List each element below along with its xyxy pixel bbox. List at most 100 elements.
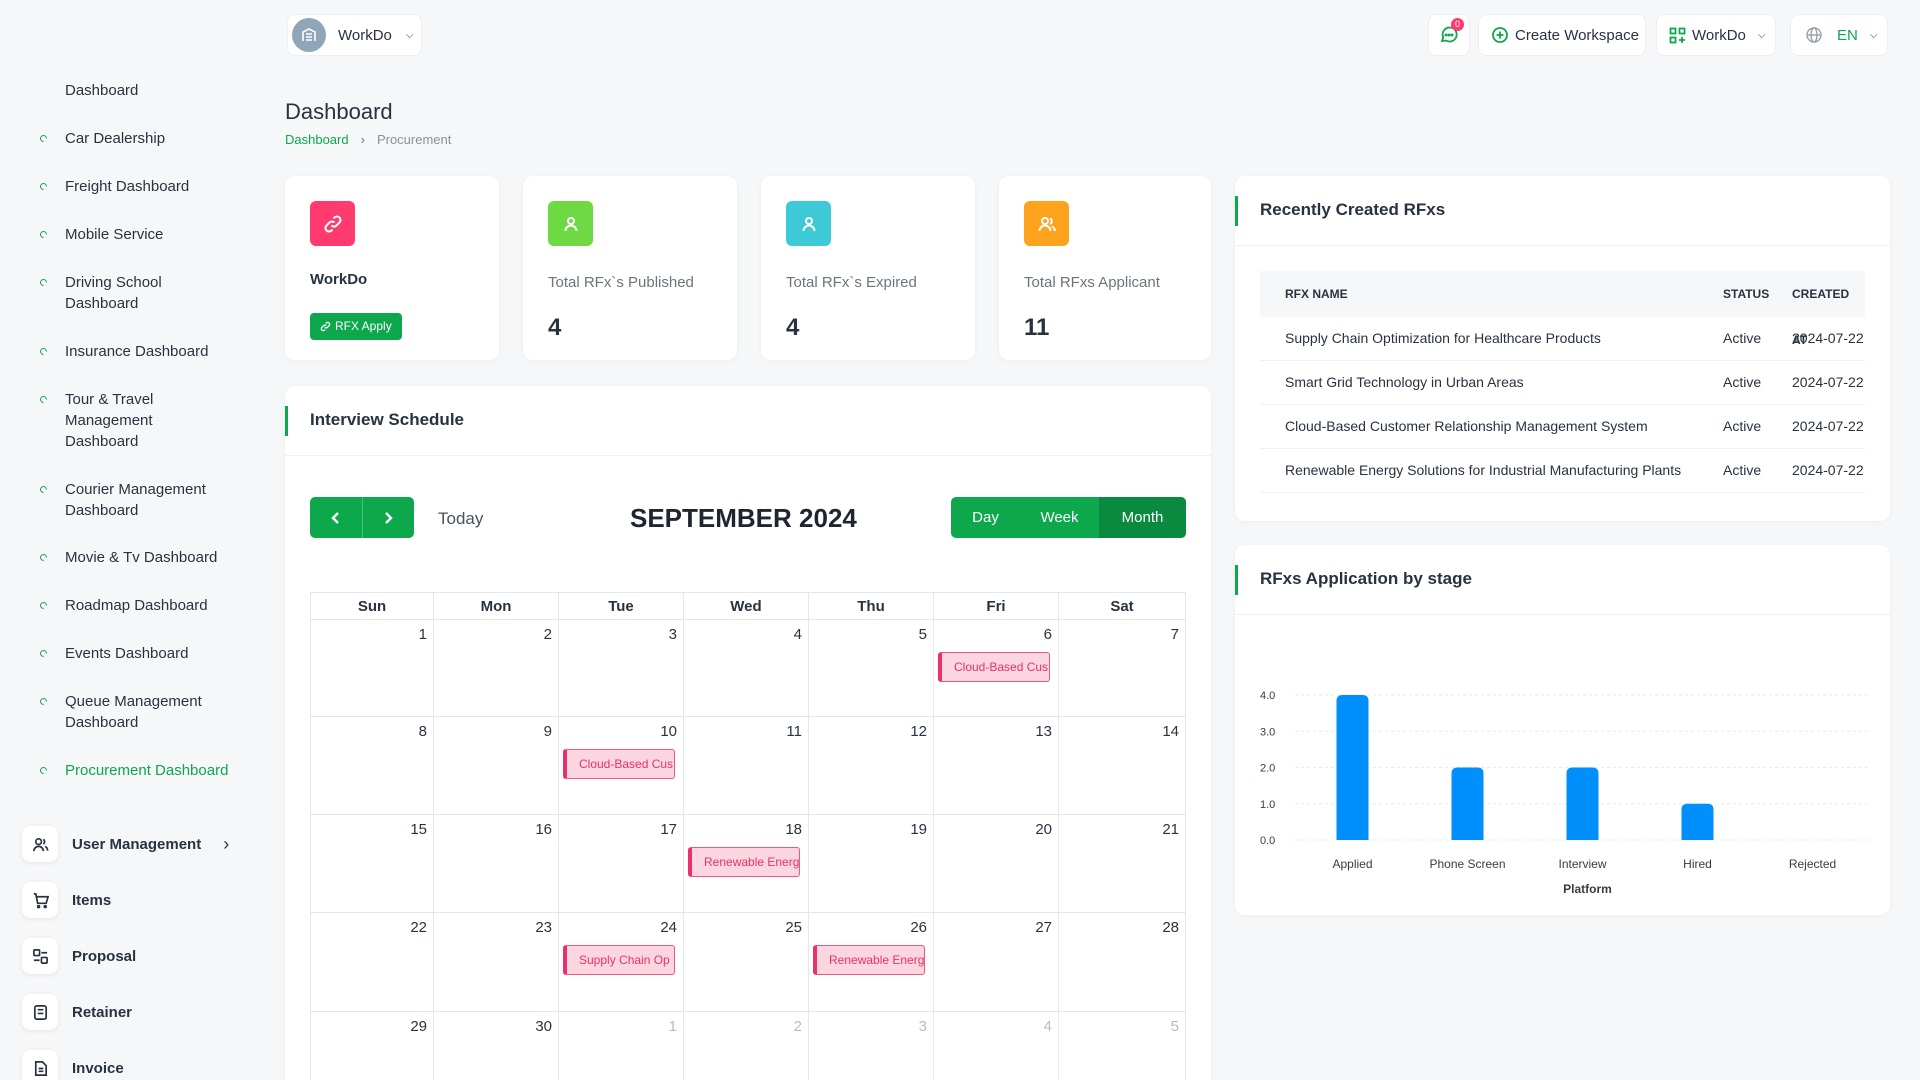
calendar-day-cell[interactable]: 24 Supply Chain Op (559, 913, 684, 1012)
calendar-day-cell[interactable]: 26 Renewable Energ (809, 913, 934, 1012)
sidebar-item-freight-dashboard[interactable]: Freight Dashboard (65, 176, 235, 197)
sidebar-item-tour-travel-management-dashboard[interactable]: Tour & Travel Management Dashboard (65, 389, 175, 452)
calendar-today-button[interactable]: Today (438, 509, 483, 529)
calendar-day-cell[interactable]: 6 Cloud-Based Cus (934, 620, 1059, 717)
sidebar-item-courier-management-dashboard[interactable]: Courier Management Dashboard (65, 479, 235, 521)
sidebar-item-dashboard[interactable]: Dashboard (65, 80, 235, 101)
chart-bar[interactable] (1681, 803, 1714, 840)
apps-icon (1669, 27, 1686, 43)
calendar-day-cell[interactable]: 14 (1059, 717, 1186, 815)
sidebar-item-items[interactable]: Items (22, 882, 111, 918)
sidebar-item-procurement-dashboard[interactable]: Procurement Dashboard (65, 760, 235, 781)
calendar-day-cell[interactable]: 5 (809, 620, 934, 717)
calendar-day-cell[interactable]: 5 (1059, 1012, 1186, 1080)
day-number: 29 (410, 1018, 427, 1035)
sidebar-item-retainer[interactable]: Retainer (22, 994, 132, 1030)
calendar-prev-button[interactable] (310, 497, 363, 538)
calendar-day-cell[interactable]: 16 (434, 815, 559, 913)
view-month-button[interactable]: Month (1099, 497, 1186, 538)
calendar-day-cell[interactable]: 15 (310, 815, 434, 913)
x-tick-label: Rejected (1789, 857, 1836, 871)
calendar-day-cell[interactable]: 21 (1059, 815, 1186, 913)
calendar-event[interactable]: Renewable Energ (813, 945, 925, 975)
sidebar-item-driving-school-dashboard[interactable]: Driving School Dashboard (65, 272, 235, 314)
view-week-button[interactable]: Week (1020, 497, 1099, 538)
sidebar-bullet-icon (38, 696, 49, 707)
sidebar-item-label: User Management (72, 835, 202, 853)
calendar-day-cell[interactable]: 8 (310, 717, 434, 815)
day-number: 2 (543, 626, 552, 643)
calendar-nav (310, 497, 414, 538)
calendar-day-cell[interactable]: 2 (684, 1012, 809, 1080)
table-row[interactable]: Smart Grid Technology in Urban Areas Acti… (1260, 361, 1865, 405)
calendar-day-cell[interactable]: 30 (434, 1012, 559, 1080)
calendar-day-cell[interactable]: 18 Renewable Energ (684, 815, 809, 913)
breadcrumb-link-dashboard[interactable]: Dashboard (285, 132, 349, 147)
calendar-event[interactable]: Cloud-Based Cus (938, 652, 1050, 682)
retainer-icon (22, 994, 58, 1030)
calendar-day-cell[interactable]: 10 Cloud-Based Cus (559, 717, 684, 815)
rfx-table: RFX NAME STATUS CREATED AT Supply Chain … (1260, 271, 1865, 501)
calendar-day-cell[interactable]: 12 (809, 717, 934, 815)
calendar-event[interactable]: Renewable Energ (688, 847, 800, 877)
chart-bar[interactable] (1566, 767, 1599, 841)
calendar-day-cell[interactable]: 1 (310, 620, 434, 717)
calendar-day-cell[interactable]: 28 (1059, 913, 1186, 1012)
day-number: 7 (1170, 626, 1179, 643)
calendar-day-cell[interactable]: 3 (809, 1012, 934, 1080)
sidebar-item-mobile-service[interactable]: Mobile Service (65, 224, 235, 245)
sidebar-item-queue-management-dashboard[interactable]: Queue Management Dashboard (65, 691, 235, 733)
calendar-day-cell[interactable]: 29 (310, 1012, 434, 1080)
table-row[interactable]: Supply Chain Optimization for Healthcare… (1260, 317, 1865, 361)
calendar-day-cell[interactable]: 9 (434, 717, 559, 815)
column-header-status: STATUS (1723, 287, 1770, 301)
calendar-day-cell[interactable]: 2 (434, 620, 559, 717)
view-day-button[interactable]: Day (951, 497, 1020, 538)
sidebar-item-movie-tv-dashboard[interactable]: Movie & Tv Dashboard (65, 547, 235, 568)
sidebar: Dashboard Car Dealership Freight Dashboard… (0, 0, 270, 1080)
calendar-day-cell[interactable]: 4 (934, 1012, 1059, 1080)
chart-bar[interactable] (1336, 695, 1369, 840)
x-axis-label: Platform (1563, 882, 1612, 896)
stat-value: 4 (548, 314, 562, 341)
rfx-apply-button[interactable]: RFX Apply (310, 313, 402, 340)
sidebar-item-user-management[interactable]: User Management › (22, 826, 229, 862)
y-tick-label: 0.0 (1260, 835, 1275, 847)
rfx-created-cell: 2024-07-22 (1792, 418, 1864, 434)
calendar-day-cell[interactable]: 4 (684, 620, 809, 717)
chart-bar[interactable] (1451, 767, 1484, 841)
sidebar-bullet-icon (38, 229, 49, 240)
day-number: 23 (535, 919, 552, 936)
language-selector[interactable]: EN ⌵ (1790, 14, 1888, 56)
calendar-day-cell[interactable]: 20 (934, 815, 1059, 913)
calendar-day-cell[interactable]: 3 (559, 620, 684, 717)
user-menu[interactable]: WorkDo ⌵ (1656, 14, 1776, 56)
calendar-event[interactable]: Supply Chain Op (563, 945, 675, 975)
create-workspace-button[interactable]: Create Workspace (1478, 14, 1646, 56)
calendar-day-cell[interactable]: 17 (559, 815, 684, 913)
calendar-next-button[interactable] (363, 497, 415, 538)
day-number: 26 (910, 919, 927, 936)
calendar-day-cell[interactable]: 13 (934, 717, 1059, 815)
sidebar-item-proposal[interactable]: Proposal (22, 938, 136, 974)
sidebar-item-events-dashboard[interactable]: Events Dashboard (65, 643, 235, 664)
sidebar-item-insurance-dashboard[interactable]: Insurance Dashboard (65, 341, 235, 362)
calendar-day-cell[interactable]: 19 (809, 815, 934, 913)
table-row[interactable]: Cloud-Based Customer Relationship Manage… (1260, 405, 1865, 449)
table-row[interactable]: Renewable Energy Solutions for Industria… (1260, 449, 1865, 493)
calendar-view-switch: Day Week Month (951, 497, 1186, 538)
sidebar-item-car-dealership[interactable]: Car Dealership (65, 128, 235, 149)
chevron-left-icon (331, 511, 339, 524)
calendar-day-cell[interactable]: 25 (684, 913, 809, 1012)
calendar-day-cell[interactable]: 27 (934, 913, 1059, 1012)
calendar-day-cell[interactable]: 11 (684, 717, 809, 815)
sidebar-item-roadmap-dashboard[interactable]: Roadmap Dashboard (65, 595, 235, 616)
notifications-button[interactable]: 0 (1428, 14, 1470, 56)
calendar-day-cell[interactable]: 23 (434, 913, 559, 1012)
calendar-day-cell[interactable]: 22 (310, 913, 434, 1012)
calendar-day-cell[interactable]: 7 (1059, 620, 1186, 717)
workspace-switcher[interactable]: WorkDo ⌵ (287, 14, 422, 56)
calendar-day-cell[interactable]: 1 (559, 1012, 684, 1080)
sidebar-item-invoice[interactable]: Invoice (22, 1050, 124, 1080)
calendar-event[interactable]: Cloud-Based Cus (563, 749, 675, 779)
